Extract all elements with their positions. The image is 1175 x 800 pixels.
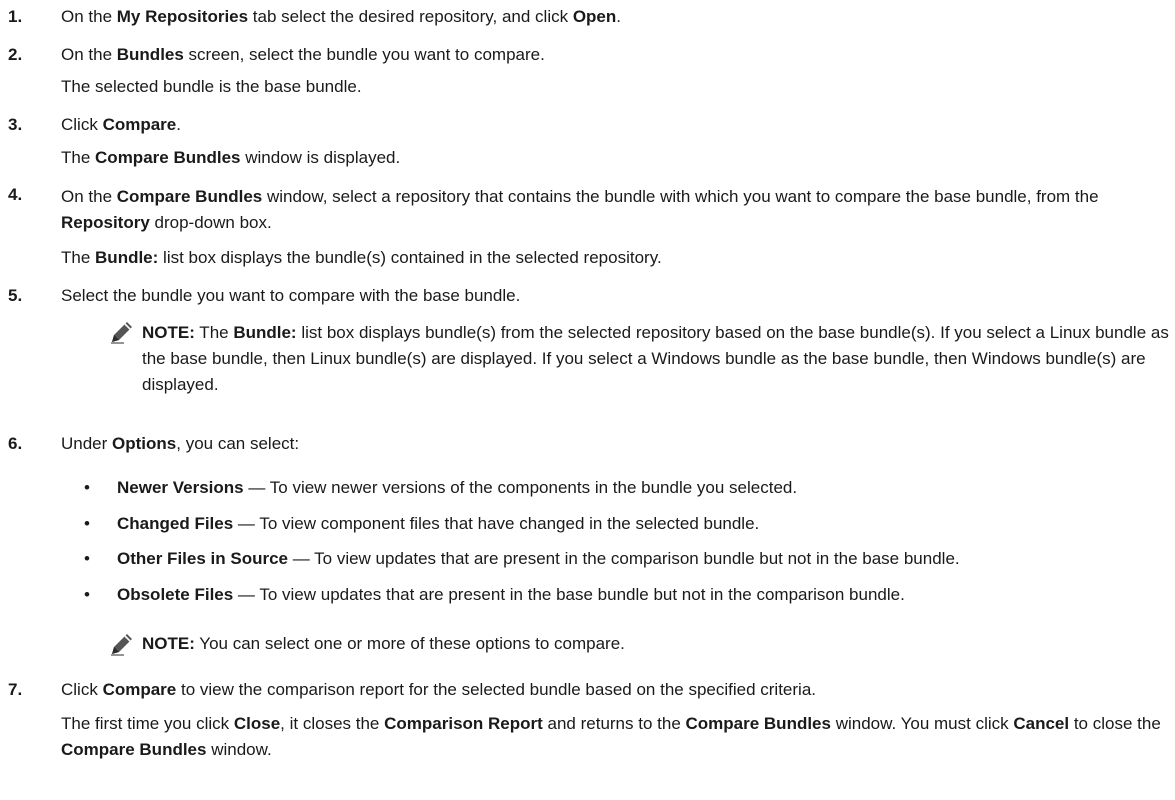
step-text: Click Compare to view the comparison rep… [61, 680, 816, 699]
step-number: 1. [8, 7, 23, 26]
step-result-text: The Bundle: list box displays the bundle… [61, 248, 662, 267]
bullet: • [84, 585, 90, 604]
option-text: Obsolete Files — To view updates that ar… [117, 585, 905, 604]
step-number: 4. [8, 185, 23, 204]
bullet: • [84, 514, 90, 533]
option-text: Other Files in Source — To view updates … [117, 549, 960, 568]
step-text: On the Compare Bundles window, select a … [61, 187, 1099, 232]
pencil-note-icon [109, 320, 135, 344]
step-text: Click Compare. [61, 115, 181, 134]
step-result-text: The first time you click Close, it close… [61, 714, 1161, 759]
step-number: 2. [8, 45, 23, 64]
step-text: On the Bundles screen, select the bundle… [61, 45, 545, 64]
note-text: NOTE: The Bundle: list box displays bund… [142, 323, 1169, 394]
step-result-text: The Compare Bundles window is displayed. [61, 148, 401, 167]
step-number: 5. [8, 286, 23, 305]
step-number: 3. [8, 115, 23, 134]
step-text: Under Options, you can select: [61, 434, 300, 453]
step-text: Select the bundle you want to compare wi… [61, 286, 521, 305]
step-result-text: The selected bundle is the base bundle. [61, 77, 362, 96]
pencil-note-icon [109, 632, 135, 656]
note-text: NOTE: You can select one or more of thes… [142, 634, 625, 653]
option-text: Changed Files — To view component files … [117, 514, 760, 533]
step-text: On the My Repositories tab select the de… [61, 7, 622, 26]
bullet: • [84, 478, 90, 497]
step-number: 7. [8, 680, 23, 699]
step-number: 6. [8, 434, 23, 453]
option-text: Newer Versions — To view newer versions … [117, 478, 798, 497]
bullet: • [84, 549, 90, 568]
